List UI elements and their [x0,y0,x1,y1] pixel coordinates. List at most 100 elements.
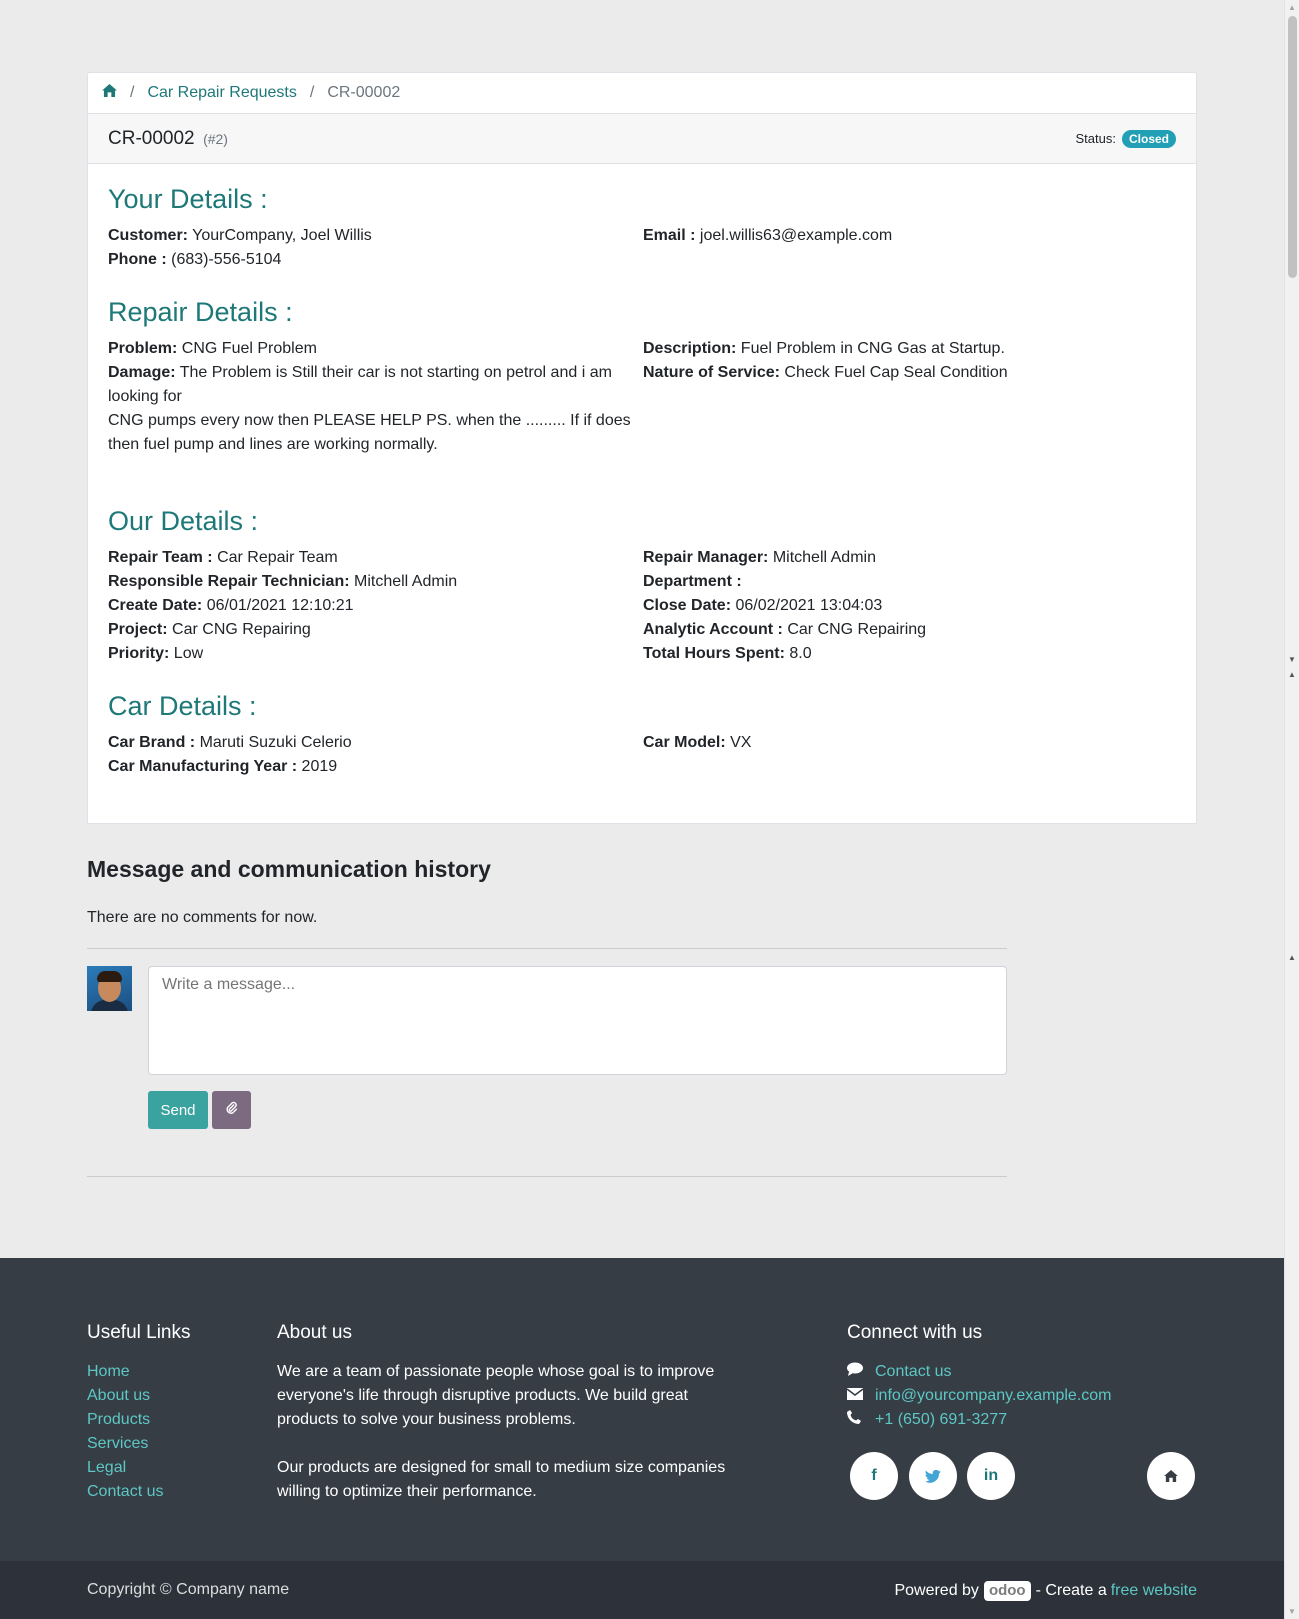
our-details-left: Repair Team : Car Repair Team Responsibl… [108,546,643,666]
technician-label: Responsible Repair Technician: [108,573,350,590]
description-value: Fuel Problem in CNG Gas at Startup. [740,340,1005,357]
phone-link[interactable]: +1 (650) 691-3277 [875,1408,1007,1432]
car-brand-label: Car Brand : [108,734,196,751]
phone-value: (683)-556-5104 [171,251,282,268]
car-brand-value: Maruti Suzuki Celerio [199,734,352,751]
car-details-row: Car Brand : Maruti Suzuki Celerio Car Ma… [108,731,1178,779]
customer-label: Customer: [108,227,189,244]
email-link[interactable]: info@yourcompany.example.com [875,1384,1112,1408]
message-history-title: Message and communication history [87,856,491,882]
your-details-title: Your Details : [108,184,268,214]
close-date-value: 06/02/2021 13:04:03 [735,597,883,614]
department-label: Department : [643,573,742,590]
email-value: joel.willis63@example.com [699,227,893,244]
car-model-label: Car Model: [643,734,726,751]
about-us-text: We are a team of passionate people whose… [277,1360,737,1528]
repair-request-card: CR-00002 (#2) Status: Closed Your Detail… [87,113,1197,824]
service-value: Check Fuel Cap Seal Condition [784,364,1008,381]
footer-link-home[interactable]: Home [87,1360,163,1384]
home-icon[interactable] [1147,1452,1195,1500]
create-date-value: 06/01/2021 12:10:21 [206,597,354,614]
attach-button[interactable] [212,1091,251,1129]
project-value: Car CNG Repairing [172,621,311,638]
customer-value: YourCompany, Joel Willis [192,227,372,244]
analytic-account-label: Analytic Account : [643,621,783,638]
repair-details-right: Description: Fuel Problem in CNG Gas at … [643,337,1178,457]
page-title: CR-00002 [108,127,195,149]
breadcrumb-current: CR-00002 [327,84,401,101]
close-date-label: Close Date: [643,597,732,614]
priority-label: Priority: [108,645,170,662]
create-a-label: - Create a [1035,1582,1107,1599]
contact-us-link[interactable]: Contact us [875,1360,951,1384]
footer-link-services[interactable]: Services [87,1432,163,1456]
phone-icon [847,1408,875,1432]
project-label: Project: [108,621,168,638]
footer-link-about-us[interactable]: About us [87,1384,163,1408]
phone-item: +1 (650) 691-3277 [847,1408,1112,1432]
breadcrumb-separator: / [130,84,135,101]
damage-label: Damage: [108,364,176,381]
divider [87,1176,1007,1177]
facebook-icon[interactable]: f [850,1452,898,1500]
status-field: Status: Closed [1075,129,1176,148]
our-details-title: Our Details : [108,506,259,536]
powered-by: Powered by odoo - Create a free website [894,1581,1197,1601]
hours-value: 8.0 [789,645,812,662]
your-details-row: Customer: YourCompany, Joel Willis Phone… [108,224,1178,272]
team-value: Car Repair Team [217,549,338,566]
twitter-icon[interactable] [909,1452,957,1500]
car-details-title: Car Details : [108,691,257,721]
email-label: Email : [643,227,696,244]
scrollbar[interactable]: ▲ ▼ ▲ ▲ ▼ [1284,0,1299,1619]
scroll-down-icon[interactable]: ▼ [1288,1607,1296,1616]
scroll-up-icon[interactable]: ▲ [1288,3,1296,12]
footer: Useful Links Home About us Products Serv… [0,1258,1284,1561]
your-details-right: Email : joel.willis63@example.com [643,224,1178,272]
damage-value-continued: CNG pumps every now then PLEASE HELP PS.… [108,412,631,453]
card-header: CR-00002 (#2) Status: Closed [88,114,1196,164]
useful-links-title: Useful Links [87,1322,191,1343]
footer-link-contact-us[interactable]: Contact us [87,1480,163,1504]
linkedin-icon[interactable]: in [967,1452,1015,1500]
about-paragraph-1: We are a team of passionate people whose… [277,1363,715,1428]
analytic-account-value: Car CNG Repairing [787,621,927,638]
your-details-left: Customer: YourCompany, Joel Willis Phone… [108,224,643,272]
odoo-logo[interactable]: odoo [983,1581,1031,1601]
email-item: info@yourcompany.example.com [846,1384,1112,1408]
our-details-row: Repair Team : Car Repair Team Responsibl… [108,546,1178,666]
description-label: Description: [643,340,737,357]
problem-label: Problem: [108,340,178,357]
send-button[interactable]: Send [148,1091,208,1129]
hours-label: Total Hours Spent: [643,645,785,662]
breadcrumb-separator: / [309,84,315,101]
scrollbar-thumb[interactable] [1288,16,1297,278]
car-year-value: 2019 [301,758,338,775]
about-paragraph-2: Our products are designed for small to m… [277,1459,726,1500]
repair-details-left: Problem: CNG Fuel Problem Damage: The Pr… [108,337,643,457]
free-website-link[interactable]: free website [1111,1582,1197,1600]
copyright-bar: Copyright © Company name Powered by odoo… [0,1561,1284,1619]
create-date-label: Create Date: [108,597,203,614]
our-details-right: Repair Manager: Mitchell Admin Departmen… [643,546,1178,666]
status-label: Status: [1075,131,1116,146]
repair-details-row: Problem: CNG Fuel Problem Damage: The Pr… [108,337,1178,457]
priority-value: Low [173,645,204,662]
message-input[interactable] [148,966,1007,1075]
envelope-icon [846,1384,875,1408]
home-icon[interactable] [102,84,117,102]
useful-links-list: Home About us Products Services Legal Co… [87,1360,163,1504]
manager-label: Repair Manager: [643,549,769,566]
footer-link-legal[interactable]: Legal [87,1456,163,1480]
divider [87,948,1007,949]
avatar [87,966,132,1011]
problem-value: CNG Fuel Problem [181,340,317,357]
breadcrumb-link-car-repair-requests[interactable]: Car Repair Requests [147,84,296,102]
car-details-right: Car Model: VX [643,731,1178,779]
phone-label: Phone : [108,251,167,268]
car-model-value: VX [730,734,752,751]
footer-link-products[interactable]: Products [87,1408,163,1432]
paperclip-icon [225,1101,238,1119]
page-main: / Car Repair Requests / CR-00002 CR-0000… [0,0,1284,1258]
status-badge: Closed [1121,129,1176,148]
